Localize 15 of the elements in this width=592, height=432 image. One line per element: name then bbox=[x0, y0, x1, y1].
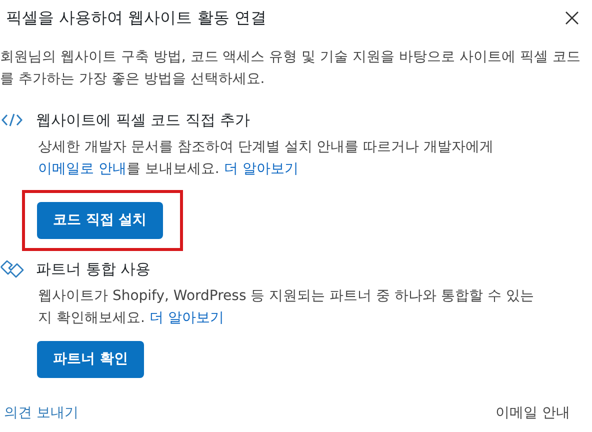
option-description: 상세한 개발자 문서를 참조하여 단계별 설치 안내를 따르거나 개발자에게 이메일로 안내 를 보내보세요. 더 알아보기 bbox=[38, 138, 495, 179]
option-title: 웹사이트에 픽셀 코드 직접 추가 bbox=[36, 110, 250, 131]
dialog-title: 픽셀을 사용하여 웹사이트 활동 연결 bbox=[6, 7, 266, 29]
handshake-icon bbox=[0, 259, 24, 279]
learn-more-link[interactable]: 더 알아보기 bbox=[224, 161, 298, 177]
action-button[interactable]: 파트너 확인 bbox=[37, 341, 144, 378]
option-description: 웹사이트가 Shopify, WordPress 등 지원되는 파트너 중 하나와 통합할 수 있는지 확인해보세요. 더 알아보기 bbox=[38, 287, 535, 328]
email-link[interactable]: 이메일로 안내 bbox=[38, 161, 126, 177]
option-title: 파트너 통합 사용 bbox=[36, 258, 151, 280]
code-icon bbox=[1, 112, 23, 128]
intro-text: 회원님의 웹사이트 구축 방법, 코드 액세스 유형 및 기술 지원을 바탕으로 사이트에 픽셀 코드를 추가하는 가장 좋은 방법을 선택하세요. bbox=[0, 48, 582, 89]
email-guide-link[interactable]: 이메일 안내 bbox=[496, 403, 570, 424]
action-button[interactable]: 코드 직접 설치 bbox=[37, 202, 163, 239]
learn-more-link[interactable]: 더 알아보기 bbox=[149, 310, 224, 326]
feedback-link[interactable]: 의견 보내기 bbox=[4, 403, 78, 424]
